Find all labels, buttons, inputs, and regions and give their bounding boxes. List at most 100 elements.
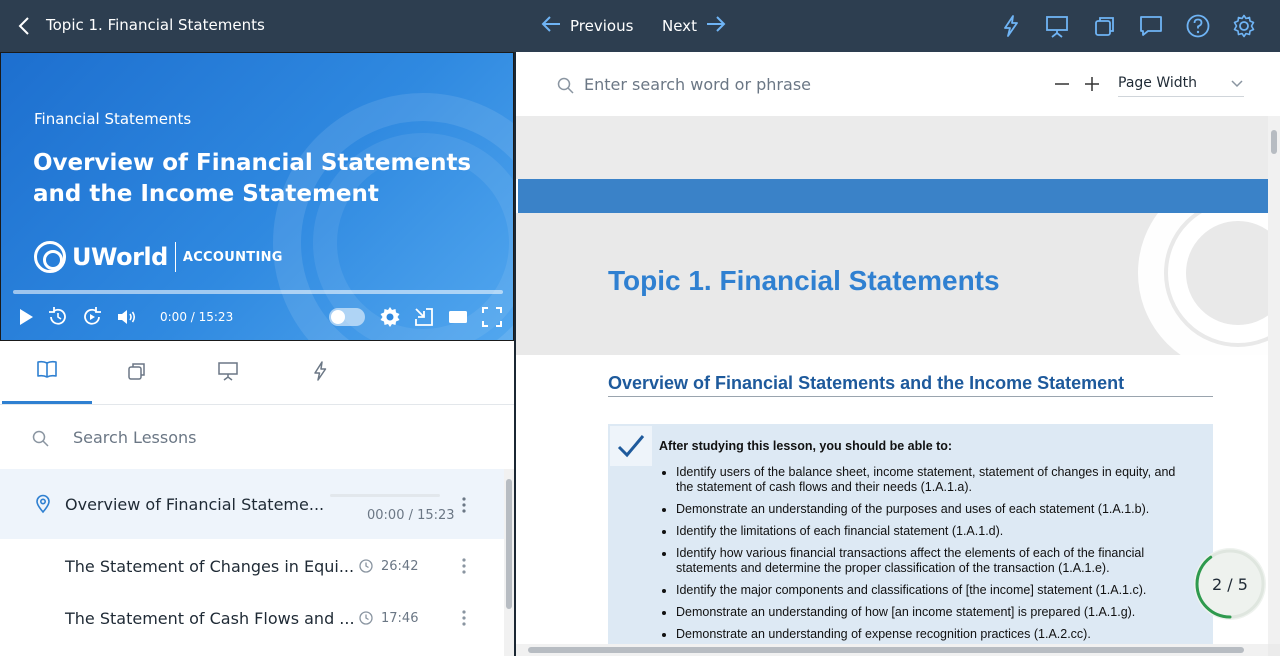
- page-title: Topic 1. Financial Statements: [46, 16, 265, 34]
- arrow-right-icon: [705, 13, 727, 39]
- forward-icon[interactable]: [80, 305, 104, 329]
- clock-icon: [358, 558, 374, 574]
- list-item[interactable]: The Statement of Cash Flows and ... 17:4…: [0, 591, 504, 656]
- theater-mode-icon[interactable]: [446, 305, 470, 329]
- scrollbar-thumb[interactable]: [1271, 130, 1277, 154]
- chevron-down-icon: [1230, 75, 1244, 89]
- back-arrow-icon[interactable]: [12, 13, 38, 39]
- fullscreen-icon[interactable]: [480, 305, 504, 329]
- document-subheading: Overview of Financial Statements and the…: [608, 373, 1125, 393]
- flash-icon[interactable]: [998, 13, 1024, 39]
- picture-in-picture-icon[interactable]: [412, 305, 436, 329]
- arrow-left-icon: [540, 13, 562, 39]
- volume-icon[interactable]: [114, 305, 138, 329]
- lesson-duration: 26:42: [381, 559, 419, 574]
- lesson-name: Overview of Financial Stateme...: [65, 495, 325, 514]
- play-icon[interactable]: [14, 305, 38, 329]
- video-controls: 0:00 / 15:23: [1, 301, 513, 333]
- video-player[interactable]: Financial Statements Overview of Financi…: [0, 52, 514, 341]
- objective-item: Identify the limitations of each financi…: [676, 524, 1191, 539]
- flash-icon: [309, 360, 331, 386]
- lesson-list: Overview of Financial Stateme... 00:00 /…: [0, 469, 504, 656]
- search-icon: [556, 76, 576, 96]
- previous-label: Previous: [570, 17, 634, 35]
- document-hero: Topic 1. Financial Statements: [516, 213, 1268, 355]
- more-options-icon[interactable]: [455, 609, 473, 627]
- clock-icon: [358, 610, 374, 626]
- next-label: Next: [662, 17, 697, 35]
- heading-rule: [608, 396, 1213, 397]
- left-tabs: [0, 341, 514, 405]
- lesson-duration: 00:00 / 15:23: [367, 508, 455, 523]
- search-icon: [31, 429, 51, 449]
- tab-flashcards[interactable]: [92, 341, 182, 404]
- lesson-duration: 17:46: [381, 611, 419, 626]
- location-pin-icon: [33, 494, 53, 514]
- list-item[interactable]: Overview of Financial Stateme... 00:00 /…: [0, 469, 504, 539]
- brand-sub: ACCOUNTING: [182, 249, 283, 265]
- video-time: 0:00 / 15:23: [160, 310, 234, 324]
- objective-item: Identify users of the balance sheet, inc…: [676, 465, 1191, 495]
- zoom-in-icon[interactable]: [1082, 74, 1102, 94]
- brand-divider: [174, 242, 176, 272]
- checkmark-icon: [610, 426, 652, 466]
- uworld-logo: UWorld ACCOUNTING: [34, 240, 283, 274]
- lesson-progress-bar: [330, 494, 440, 497]
- page-gap: [516, 116, 1268, 179]
- left-pane: Financial Statements Overview of Financi…: [0, 52, 514, 656]
- comment-icon[interactable]: [1138, 13, 1164, 39]
- autoplay-toggle[interactable]: [329, 308, 365, 326]
- objective-item: Demonstrate an understanding of how [an …: [676, 605, 1191, 620]
- uworld-logo-icon: [34, 241, 66, 273]
- help-icon[interactable]: [1185, 13, 1211, 39]
- objective-item: Demonstrate an understanding of the purp…: [676, 502, 1191, 517]
- objective-item: Identify the major components and classi…: [676, 583, 1191, 598]
- lesson-name: The Statement of Cash Flows and ...: [65, 609, 355, 628]
- objectives-box: After studying this lesson, you should b…: [608, 424, 1213, 644]
- objective-item: Demonstrate an understanding of expense …: [676, 627, 1191, 642]
- zoom-out-icon[interactable]: [1052, 74, 1072, 94]
- document-vertical-scrollbar[interactable]: [1268, 116, 1280, 644]
- tab-presentation[interactable]: [183, 341, 273, 404]
- flashcards-icon[interactable]: [1092, 13, 1118, 39]
- more-options-icon[interactable]: [455, 496, 473, 514]
- search-lessons-placeholder: Search Lessons: [73, 428, 197, 447]
- lesson-search[interactable]: Search Lessons: [0, 405, 514, 469]
- lesson-list-scrollbar[interactable]: [504, 469, 514, 656]
- objective-item: Identify how various financial transacti…: [676, 546, 1191, 576]
- rewind-icon[interactable]: [46, 305, 70, 329]
- presentation-icon: [217, 360, 239, 386]
- lesson-name: The Statement of Changes in Equi...: [65, 557, 355, 576]
- video-title: Overview of Financial Statements and the…: [33, 150, 472, 207]
- zoom-value: Page Width: [1118, 75, 1198, 91]
- objectives-list: Identify users of the balance sheet, inc…: [676, 465, 1191, 644]
- document-horizontal-scrollbar[interactable]: [516, 644, 1268, 656]
- book-icon: [35, 357, 59, 385]
- tab-lessons[interactable]: [2, 341, 92, 404]
- scrollbar-thumb[interactable]: [506, 479, 512, 609]
- objectives-lead: After studying this lesson, you should b…: [659, 439, 953, 453]
- video-settings-icon[interactable]: [378, 305, 402, 329]
- header-band: [518, 179, 1268, 213]
- document-pane: Enter search word or phrase Page Width T…: [516, 52, 1280, 656]
- document-search-input[interactable]: Enter search word or phrase: [584, 75, 811, 94]
- document-page: Topic 1. Financial Statements Overview o…: [516, 116, 1268, 644]
- next-button[interactable]: Next: [662, 12, 727, 40]
- scrollbar-thumb[interactable]: [528, 647, 1244, 653]
- zoom-select[interactable]: Page Width: [1118, 69, 1244, 97]
- page-indicator-text: 2 / 5: [1212, 574, 1248, 594]
- document-toolbar: Enter search word or phrase Page Width: [516, 52, 1280, 116]
- document-heading: Topic 1. Financial Statements: [608, 265, 1000, 296]
- tab-flash[interactable]: [275, 341, 365, 404]
- more-options-icon[interactable]: [455, 557, 473, 575]
- toggle-knob: [331, 310, 345, 324]
- video-kicker: Financial Statements: [34, 110, 192, 128]
- top-bar: Topic 1. Financial Statements Previous N…: [0, 0, 1280, 52]
- page-indicator[interactable]: 2 / 5: [1194, 548, 1266, 620]
- presentation-icon[interactable]: [1044, 13, 1070, 39]
- previous-button[interactable]: Previous: [540, 12, 633, 40]
- video-progress-bar[interactable]: [13, 290, 503, 294]
- flashcards-icon: [126, 360, 148, 386]
- gear-icon[interactable]: [1231, 13, 1257, 39]
- brand-name: UWorld: [72, 243, 168, 271]
